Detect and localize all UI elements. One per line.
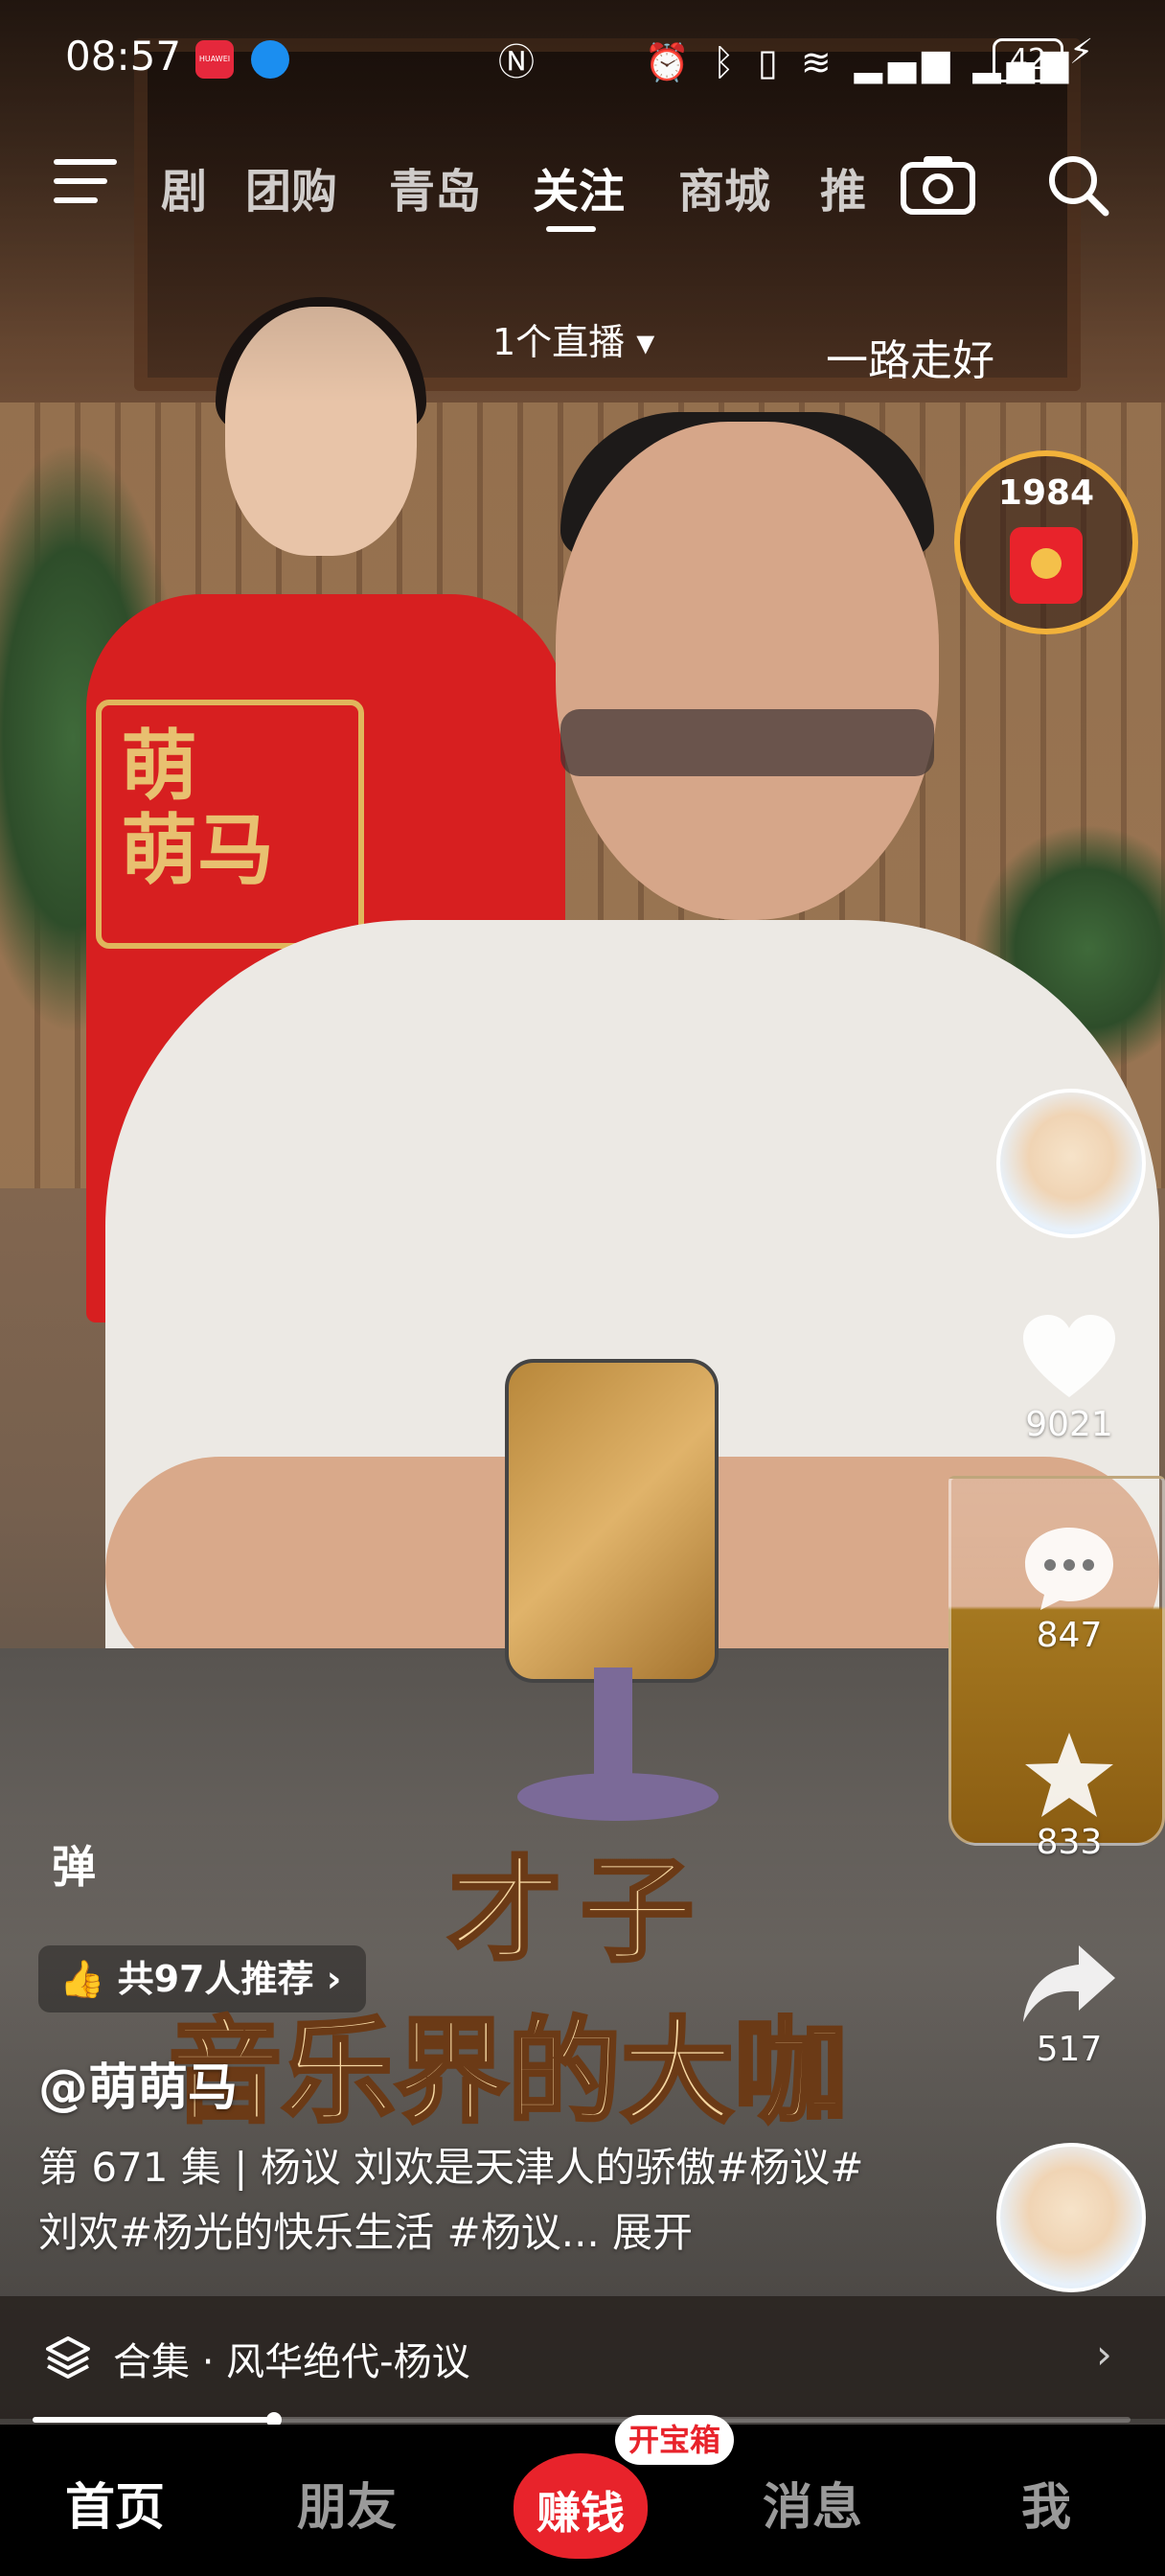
progress-fill	[33, 2417, 275, 2423]
signal-icon: ▂▄▆	[854, 41, 956, 83]
comment-count: 847	[1036, 1616, 1103, 1655]
phone-on-stand	[505, 1359, 719, 1683]
battery-icon: 42	[993, 38, 1063, 82]
camera-icon[interactable]	[901, 153, 975, 215]
menu-icon[interactable]	[54, 159, 117, 207]
nav-me[interactable]: 我	[1021, 2467, 1071, 2539]
live-indicator-label: 1个直播	[492, 321, 626, 363]
subtitle-line-2: 音乐界的大咖	[167, 2004, 849, 2140]
status-icons: Ⓝ ⏰ ᛒ ▯ ≋ ▂▄▆ ▂▄▆	[498, 33, 1074, 85]
video-progress-bar[interactable]	[33, 2412, 1131, 2427]
comment-icon	[1025, 1528, 1113, 1610]
video-description: 第 671 集 | 杨议 刘欢是天津人的骄傲#杨议#刘欢#杨光的快乐生活 #杨议…	[38, 2135, 881, 2266]
treasure-badge: 开宝箱	[615, 2415, 734, 2465]
danmu-toggle[interactable]: 弹	[52, 1832, 96, 1896]
favorite-button[interactable]: 833	[996, 1731, 1142, 1862]
subtitle-line-1: 才子	[446, 1843, 714, 1979]
thumbs-up-icon: 👍	[59, 1958, 105, 2000]
dropdown-arrow-icon: ▾	[636, 321, 655, 363]
expand-link[interactable]: 展开	[612, 2209, 693, 2256]
tab-mall[interactable]: 商城	[678, 153, 770, 220]
top-right-text: 一路走好	[826, 336, 994, 385]
status-bar: 08:57 HUAWEI Ⓝ ⏰ ᛒ ▯ ≋ ▂▄▆ ▂▄▆ 42 ⚡	[0, 27, 1165, 94]
phone-stand	[594, 1668, 632, 1782]
browser-icon	[251, 40, 289, 79]
share-button[interactable]: 517	[996, 1942, 1142, 2069]
share-count: 517	[1036, 2030, 1103, 2069]
like-button[interactable]: 9021	[996, 1313, 1142, 1444]
bottom-nav: 首页 朋友 赚钱 开宝箱 消息 我	[0, 2415, 1165, 2576]
tab-group-buy[interactable]: 团购	[245, 153, 337, 220]
tab-recommend[interactable]: 推	[820, 153, 866, 220]
tab-following[interactable]: 关注	[533, 153, 625, 220]
active-tab-indicator	[546, 226, 596, 232]
nav-earn[interactable]: 赚钱 开宝箱	[514, 2415, 734, 2559]
alarm-icon: ⏰	[644, 41, 696, 83]
author-name[interactable]: @萌萌马	[38, 2047, 238, 2119]
favorite-count: 833	[1036, 1823, 1103, 1862]
nav-messages[interactable]: 消息	[763, 2467, 862, 2539]
red-packet-count: 1984	[997, 473, 1095, 513]
huawei-store-icon: HUAWEI	[195, 40, 234, 79]
search-icon[interactable]	[1044, 151, 1111, 218]
coin-icon	[1031, 548, 1062, 579]
tab-qingdao[interactable]: 青岛	[389, 153, 481, 220]
charging-icon: ⚡	[1069, 33, 1094, 72]
collection-label: 合集 · 风华绝代-杨议	[113, 2340, 470, 2384]
comment-button[interactable]: 847	[996, 1524, 1142, 1655]
description-text: 第 671 集 | 杨议 刘欢是天津人的骄傲#杨议#刘欢#杨光的快乐生活 #杨议…	[38, 2144, 864, 2256]
live-indicator[interactable]: 1个直播 ▾	[492, 312, 654, 365]
nfc-icon: Ⓝ	[498, 41, 541, 83]
top-nav: 剧 团购 青岛 关注 商城 推	[0, 142, 1165, 232]
nav-friends[interactable]: 朋友	[297, 2467, 397, 2539]
music-disc-avatar[interactable]	[996, 2143, 1146, 2292]
bluetooth-icon: ᛒ	[712, 41, 741, 83]
collection-bar[interactable]: 合集 · 风华绝代-杨议 ›	[0, 2296, 1165, 2419]
vibrate-icon: ▯	[757, 41, 784, 83]
wifi-icon: ≋	[800, 41, 837, 83]
star-icon	[1025, 1733, 1113, 1817]
author-avatar[interactable]	[996, 1089, 1146, 1238]
share-icon	[1023, 1945, 1115, 2022]
tab-drama[interactable]: 剧	[161, 153, 207, 220]
nav-home[interactable]: 首页	[65, 2467, 165, 2539]
nav-earn-label: 赚钱	[537, 2487, 625, 2539]
status-time: 08:57	[65, 33, 182, 80]
chevron-right-icon: ›	[1096, 2331, 1112, 2378]
like-count: 9021	[1025, 1405, 1113, 1444]
red-packet-widget[interactable]: 1984	[954, 450, 1138, 634]
heart-icon	[1023, 1315, 1115, 1397]
layers-icon	[46, 2336, 90, 2379]
